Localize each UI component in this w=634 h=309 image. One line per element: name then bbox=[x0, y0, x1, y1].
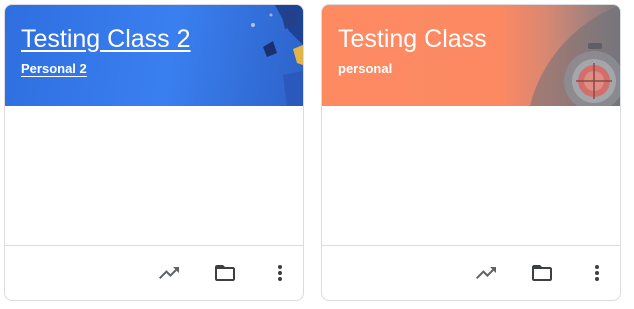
card-footer bbox=[322, 245, 620, 300]
card-footer bbox=[5, 245, 303, 300]
trending-up-button[interactable] bbox=[155, 259, 183, 287]
folder-button[interactable] bbox=[528, 259, 556, 287]
banner-illustration bbox=[530, 5, 620, 106]
class-banner[interactable]: Testing Class 2 Personal 2 bbox=[5, 5, 303, 106]
trending-up-icon bbox=[159, 267, 179, 279]
trending-up-button[interactable] bbox=[472, 259, 500, 287]
class-title[interactable]: Testing Class bbox=[338, 23, 487, 55]
class-section[interactable]: Personal 2 bbox=[21, 60, 87, 78]
more-options-button[interactable] bbox=[583, 259, 611, 287]
class-banner[interactable]: Testing Class personal bbox=[322, 5, 620, 106]
folder-icon bbox=[215, 265, 235, 281]
folder-icon bbox=[532, 265, 552, 281]
card-body bbox=[322, 106, 620, 245]
class-title[interactable]: Testing Class 2 bbox=[21, 23, 191, 55]
card-body bbox=[5, 106, 303, 245]
trending-up-icon bbox=[476, 267, 496, 279]
class-section[interactable]: personal bbox=[338, 60, 392, 78]
more-vert-icon bbox=[595, 265, 599, 281]
more-options-button[interactable] bbox=[266, 259, 294, 287]
class-card[interactable]: Testing Class personal bbox=[321, 4, 621, 301]
more-vert-icon bbox=[278, 265, 282, 281]
folder-button[interactable] bbox=[211, 259, 239, 287]
banner-illustration bbox=[251, 5, 303, 106]
class-card[interactable]: Testing Class 2 Personal 2 bbox=[4, 4, 304, 301]
